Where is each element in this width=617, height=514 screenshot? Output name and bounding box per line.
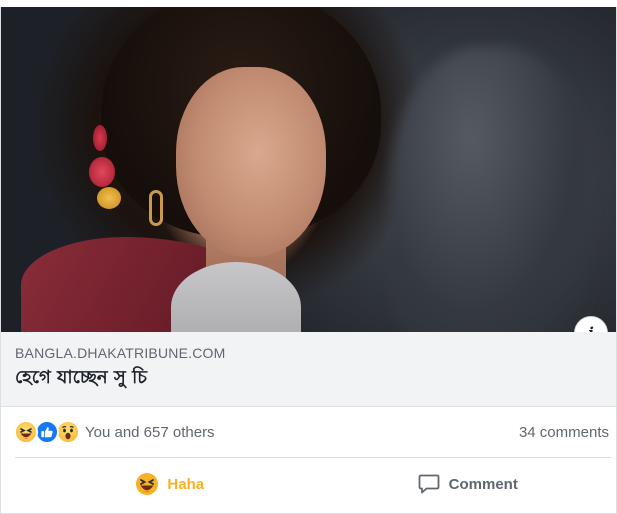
photo-face: [176, 67, 326, 257]
comment-button-label: Comment: [448, 475, 518, 493]
reaction-button-label: Haha: [167, 475, 205, 493]
link-post-card: i BANGLA.DHAKATRIBUNE.COM হেগে যাচ্ছেন স…: [0, 7, 617, 514]
comments-count[interactable]: 34 comments: [519, 424, 609, 441]
link-domain: BANGLA.DHAKATRIBUNE.COM: [15, 345, 226, 361]
hair-flower: [89, 157, 115, 187]
earring: [149, 190, 163, 226]
post-actions: Haha Comment: [1, 458, 616, 510]
link-meta[interactable]: BANGLA.DHAKATRIBUNE.COM হেগে যাচ্ছেন সু …: [1, 332, 616, 407]
link-preview-image[interactable]: [1, 7, 616, 332]
like-reaction-icon: [35, 420, 59, 444]
haha-reaction-icon: [14, 420, 38, 444]
reaction-summary-text[interactable]: You and 657 others: [85, 424, 215, 441]
wow-reaction-icon: [56, 420, 80, 444]
reactions-summary[interactable]: You and 657 others: [14, 420, 215, 444]
comment-button[interactable]: Comment: [319, 472, 617, 496]
engagement-bar: You and 657 others 34 comments: [1, 407, 616, 457]
haha-icon: [135, 472, 159, 496]
reaction-button[interactable]: Haha: [1, 472, 319, 496]
comment-icon: [417, 472, 441, 496]
hair-flower: [93, 125, 107, 151]
background-figure: [391, 47, 591, 332]
link-headline[interactable]: হেগে যাচ্ছেন সু চি: [15, 366, 602, 390]
hair-flower: [97, 187, 121, 209]
